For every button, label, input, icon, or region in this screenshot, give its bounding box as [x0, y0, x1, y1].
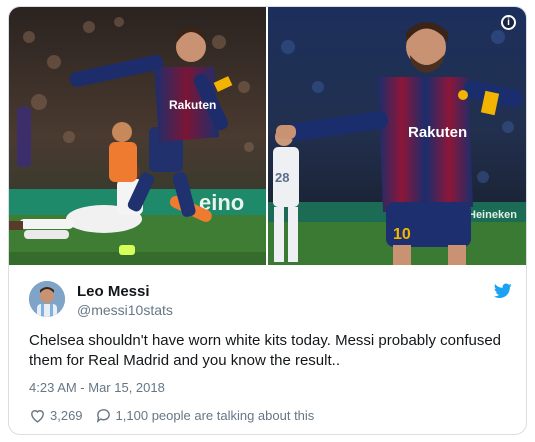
tweet-header: Leo Messi @messi10stats: [21, 279, 516, 323]
info-icon[interactable]: i: [501, 15, 516, 30]
tweet-media[interactable]: eino Rakuten Heineken 28 10 Rakuten i: [9, 7, 526, 265]
speech-bubble-icon: [96, 408, 110, 423]
tweet-embed-card[interactable]: eino Rakuten Heineken 28 10 Rakuten i Le…: [8, 6, 527, 435]
conversation-count: 1,100 people are talking about this: [115, 407, 315, 423]
avatar[interactable]: [29, 281, 65, 317]
shirt-sponsor-left: Rakuten: [169, 98, 216, 112]
tweet-actions: 3,269 1,100 people are talking about thi…: [29, 405, 326, 425]
author-handle[interactable]: @messi10stats: [77, 302, 173, 318]
heart-icon: [31, 409, 44, 423]
author-name[interactable]: Leo Messi: [77, 283, 150, 300]
like-button[interactable]: 3,269: [29, 407, 83, 424]
opponent-number: 28: [275, 170, 289, 185]
shirt-sponsor-right: Rakuten: [408, 124, 467, 141]
photo-messi-celebration-left[interactable]: eino Rakuten: [9, 7, 266, 265]
ad-board-text-right: Heineken: [468, 209, 517, 221]
photo-messi-celebration-right[interactable]: Heineken 28 10 Rakuten: [268, 7, 526, 265]
tweet-timestamp[interactable]: 4:23 AM - Mar 15, 2018: [29, 380, 165, 395]
twitter-bird-icon[interactable]: [494, 283, 512, 299]
like-count: 3,269: [50, 407, 83, 423]
tweet-text: Chelsea shouldn't have worn white kits t…: [29, 332, 502, 369]
shorts-number: 10: [393, 226, 411, 243]
conversation-button[interactable]: 1,100 people are talking about this: [95, 407, 315, 424]
